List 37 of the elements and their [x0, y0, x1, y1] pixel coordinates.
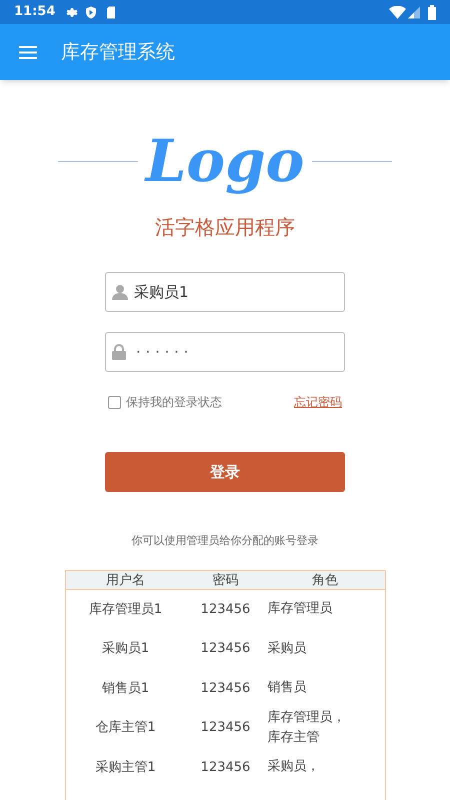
- wifi-icon: [389, 6, 406, 18]
- table-cell: 123456: [200, 680, 250, 696]
- table-cell-text: 采购员: [268, 640, 308, 658]
- table-cell: 采购主管1: [95, 760, 156, 774]
- table-cell: 库存管理员1: [88, 602, 162, 616]
- table-cell: 123456: [200, 602, 250, 616]
- checkbox-label: 保持我的登录状态: [126, 394, 222, 411]
- settings-icon: [65, 6, 78, 18]
- table-cell-text: 库存管理员，库存主管: [268, 709, 346, 747]
- table-cell: 123456: [200, 760, 250, 774]
- table-cell: 123456: [200, 720, 250, 736]
- hint-text: 你可以使用管理员给你分配的账号登录: [132, 533, 318, 549]
- table-cell-text: 库存管理员: [268, 600, 334, 618]
- table-cell: 仓库主管1: [95, 720, 156, 736]
- shield-icon: [85, 6, 98, 18]
- checkbox[interactable]: [108, 396, 121, 408]
- column-header: 密码: [212, 572, 240, 590]
- app-subtitle: 活字格应用程序: [155, 214, 295, 241]
- table-cell: 123456: [200, 641, 250, 656]
- column-header: 角色: [311, 572, 339, 590]
- menu-icon[interactable]: [19, 46, 37, 58]
- lock-icon: [112, 344, 126, 360]
- clock: 11:54: [14, 3, 56, 22]
- password-field[interactable]: · · · · · ·: [105, 332, 345, 372]
- user-icon: [112, 284, 128, 300]
- table-cell: 销售员1: [102, 680, 150, 696]
- app-title: 库存管理系统: [61, 40, 175, 65]
- table-cell-text: 销售员: [268, 679, 308, 698]
- signal-icon: [408, 6, 420, 18]
- battery-icon: [428, 4, 436, 20]
- table-cell: 采购员1: [102, 641, 150, 656]
- column-header: 用户名: [105, 572, 146, 590]
- login-button[interactable]: 登录: [105, 452, 345, 492]
- sd-card-icon: [106, 6, 116, 18]
- username-field[interactable]: 采购员1: [105, 272, 345, 312]
- forgot-password-link[interactable]: 忘记密码: [294, 393, 342, 411]
- table-cell-text: 采购员，: [268, 758, 320, 776]
